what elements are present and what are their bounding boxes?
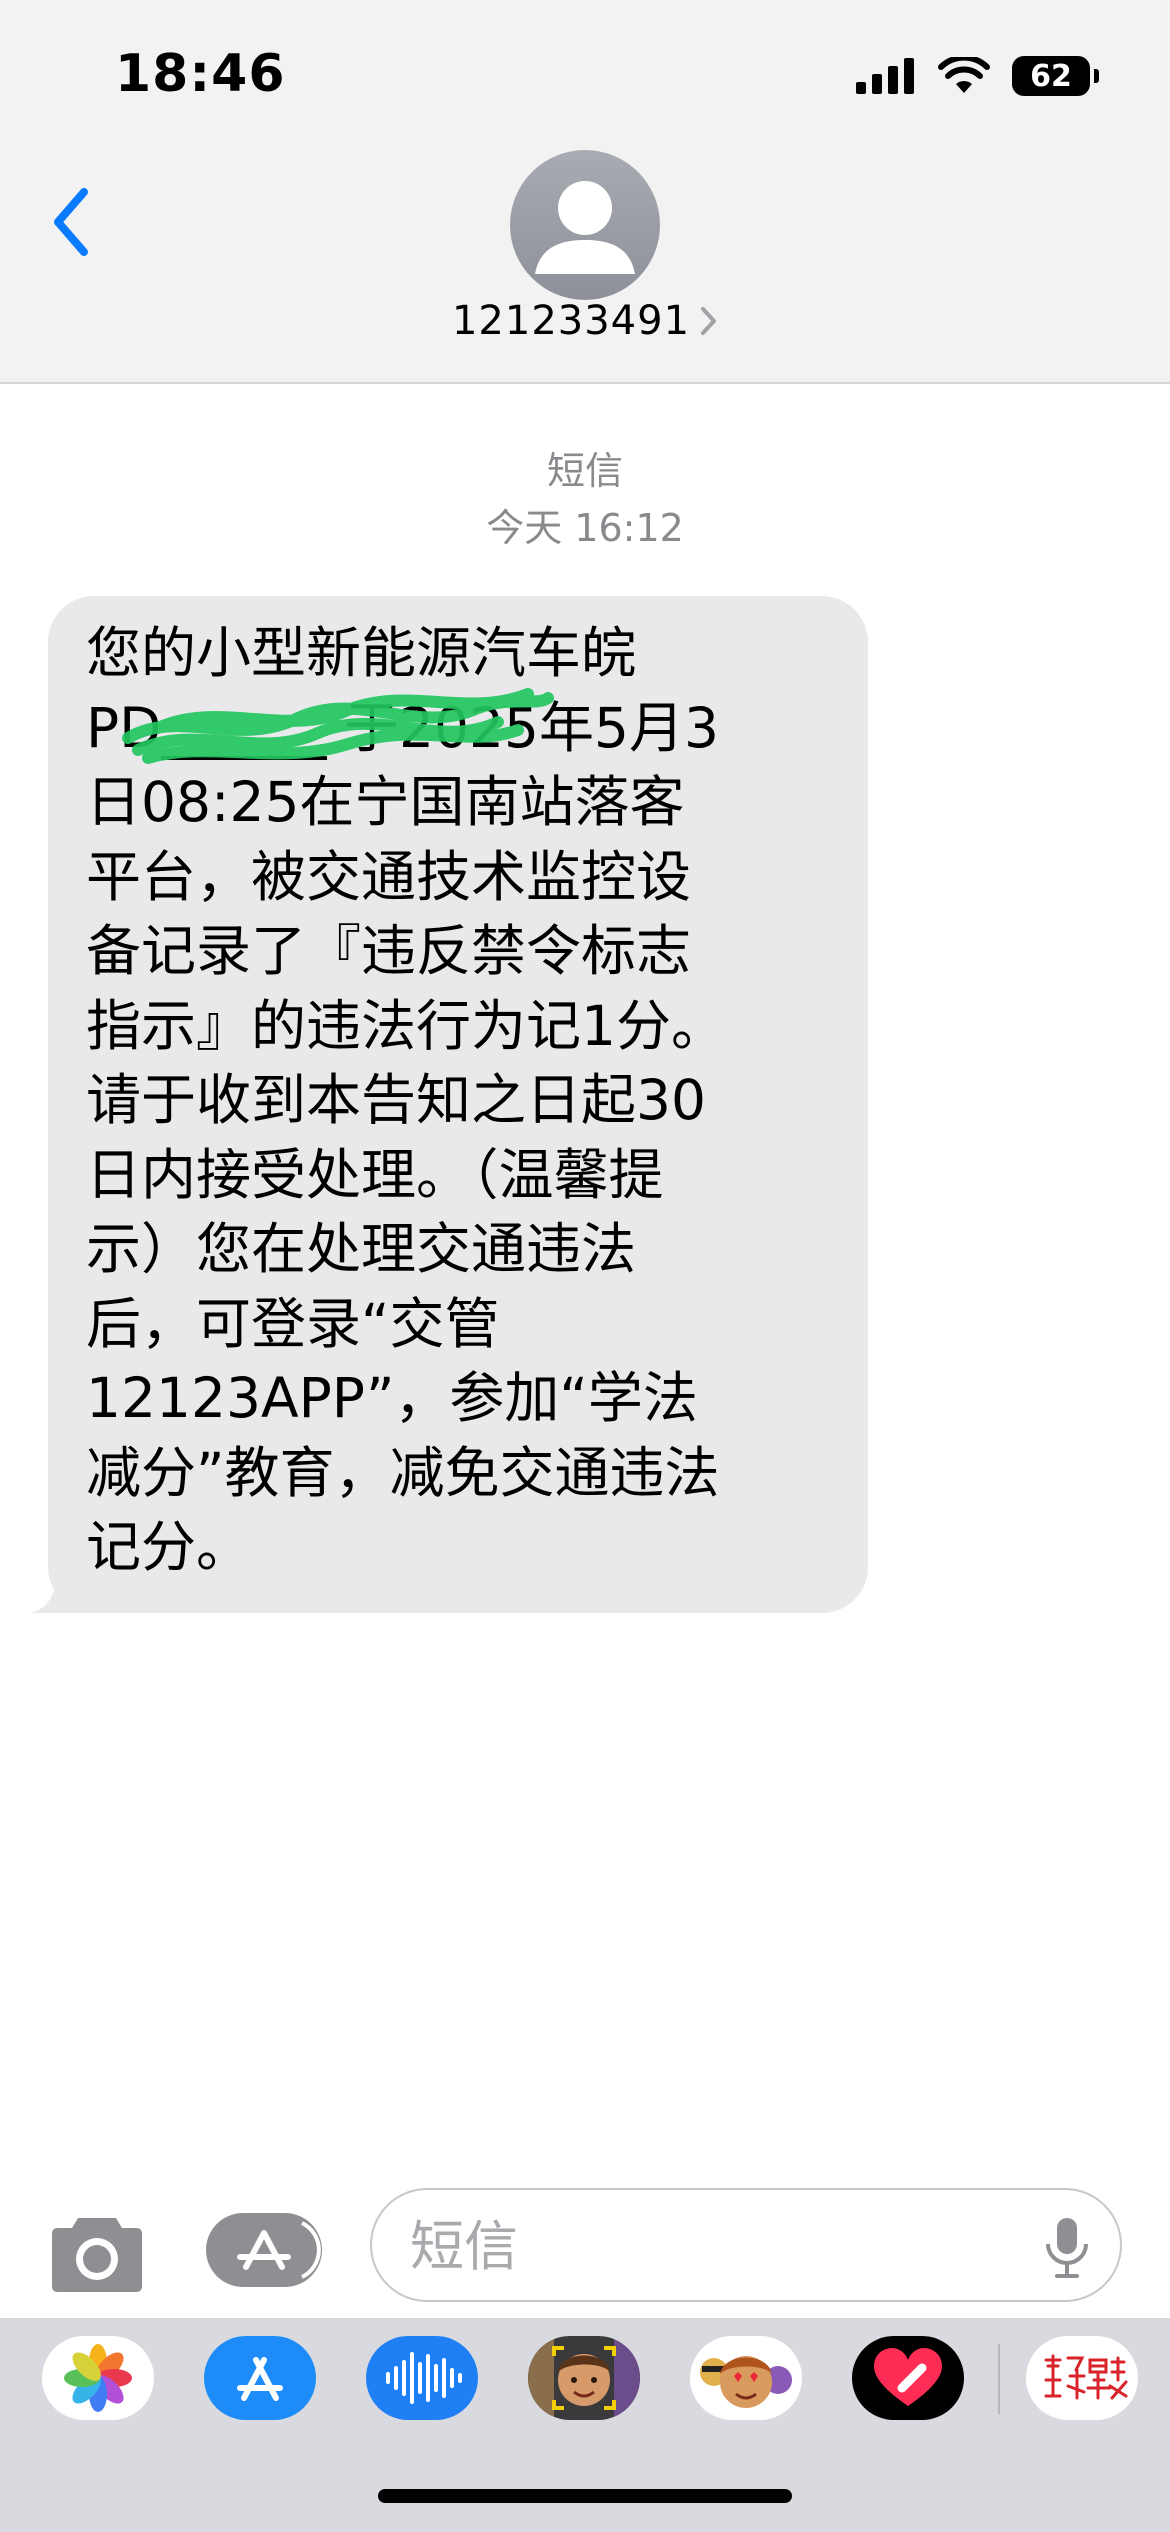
message-input[interactable] [408, 2190, 1012, 2302]
redaction-scribble [122, 688, 554, 764]
status-icons: 62 [856, 56, 1099, 96]
message-line: 后，可登录“交管 [86, 1291, 500, 1356]
message-composer [0, 2180, 1170, 2320]
cellular-signal-icon [856, 58, 914, 94]
app-store-icon [237, 2357, 283, 2401]
memoji-app-button[interactable] [528, 2336, 640, 2420]
person-icon [535, 181, 635, 274]
message-line: 减分”教育，减免交通违法 [86, 1440, 720, 1505]
camera-icon [52, 2218, 142, 2292]
memoji-stickers-icon [700, 2356, 792, 2408]
message-text-field[interactable] [370, 2188, 1122, 2302]
home-indicator[interactable] [378, 2489, 792, 2503]
custom-sticker-app-button[interactable] [1026, 2336, 1138, 2420]
message-line: 示）您在处理交通违法 [86, 1217, 637, 1281]
message-line: 备记录了『违反禁令标志 [86, 919, 692, 983]
chevron-right-icon [701, 307, 717, 335]
audio-message-icon [386, 2352, 462, 2404]
battery-level: 62 [1030, 58, 1072, 94]
contact-avatar[interactable] [510, 150, 660, 300]
drawer-divider [998, 2344, 1000, 2414]
service-label: 短信 [546, 449, 623, 493]
back-button[interactable] [42, 182, 102, 262]
battery-nub [1094, 69, 1099, 83]
status-time: 18:46 [115, 44, 286, 104]
message-bubble-container: 您的小型新能源汽车皖 PD______ 于2025年5月3 日08:25在宁国南… [30, 596, 868, 1613]
battery-icon: 62 [1012, 56, 1099, 96]
app-store-app-button[interactable] [204, 2336, 316, 2420]
received-message-bubble[interactable]: 您的小型新能源汽车皖 PD______ 于2025年5月3 日08:25在宁国南… [48, 596, 868, 1613]
message-line: 12123APP”，参加“学法 [86, 1366, 698, 1430]
wifi-icon [938, 57, 990, 93]
custom-sticker-app-icon [1044, 2354, 1128, 2400]
microphone-icon[interactable] [1042, 2216, 1092, 2278]
message-timestamp: 今天 16:12 [486, 506, 684, 550]
message-line: 记分。 [86, 1515, 252, 1579]
contact-info-button[interactable]: 121233491 [0, 298, 1170, 344]
digital-touch-icon [874, 2348, 942, 2406]
photos-app-button[interactable] [42, 2336, 154, 2420]
message-line: 指示』的违法行为记1分。 [86, 993, 726, 1058]
apps-button[interactable] [206, 2213, 322, 2287]
digital-touch-app-button[interactable] [852, 2336, 964, 2420]
photos-icon [64, 2344, 132, 2412]
message-line: 平台，被交通技术监控设 [86, 844, 692, 909]
camera-button[interactable] [50, 2210, 144, 2294]
contact-number: 121233491 [451, 298, 691, 344]
memoji-stickers-app-button[interactable] [690, 2336, 802, 2420]
audio-message-app-button[interactable] [366, 2336, 478, 2420]
app-store-glyph-icon [237, 2221, 321, 2279]
message-line: 日内接受处理。（温馨提 [86, 1142, 664, 1207]
memoji-icon [528, 2336, 640, 2420]
conversation-header: 18:46 62 121233491 [0, 0, 1170, 384]
message-line: 请于收到本告知之日起30 [86, 1068, 706, 1132]
chevron-left-icon [54, 188, 88, 256]
messages-screen: 18:46 62 121233491 短信 今天 16:12 您的小型新能源汽车… [0, 0, 1170, 2532]
message-line: 日08:25在宁国南站落客 [86, 770, 685, 834]
